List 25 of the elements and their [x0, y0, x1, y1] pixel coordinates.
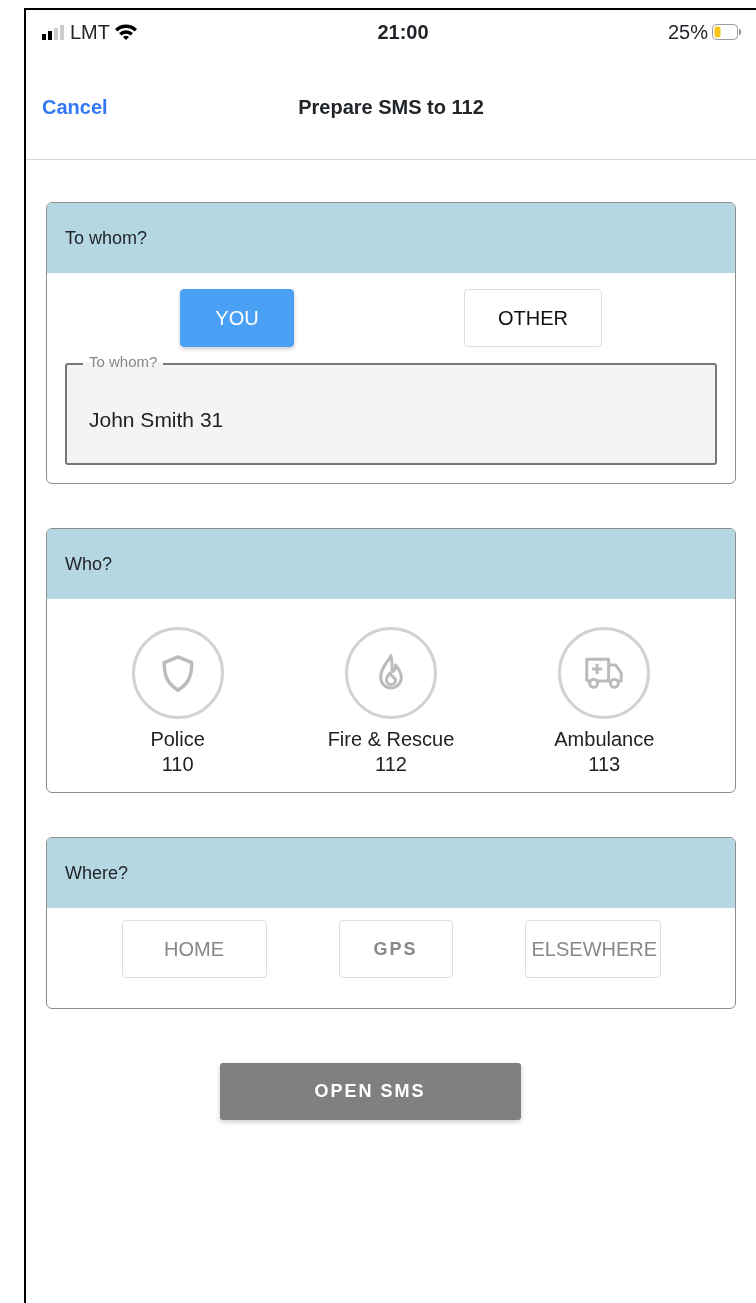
section-header: To whom? — [47, 203, 735, 273]
battery-percent: 25% — [667, 20, 708, 45]
service-name: Ambulance — [553, 726, 656, 752]
service-name: Fire & Rescue — [326, 726, 456, 752]
battery-icon — [712, 24, 742, 40]
service-number: 110 — [160, 751, 195, 777]
service-option[interactable]: Ambulance 113 — [524, 611, 685, 792]
section-header: Where? — [47, 838, 735, 908]
service-option[interactable]: Fire & Rescue 112 — [311, 611, 471, 792]
service-number: 112 — [374, 751, 408, 777]
wifi-icon — [114, 23, 138, 41]
cancel-link[interactable]: Cancel — [42, 91, 108, 122]
service-name: Police — [149, 726, 206, 752]
service-option[interactable]: Police 110 — [97, 611, 258, 792]
service-number: 113 — [587, 751, 622, 777]
signal-icon — [42, 24, 66, 40]
recipient-option[interactable]: OTHER — [464, 289, 602, 347]
recipient-option[interactable]: YOU — [180, 289, 294, 347]
location-option[interactable]: HOME — [121, 920, 267, 978]
section-header: Who? — [47, 529, 735, 599]
clock-time: 21:00 — [377, 20, 429, 45]
carrier-name: LMT — [70, 20, 110, 45]
location-option[interactable]: ELSEWHERE — [524, 920, 661, 978]
location-option[interactable]: GPS — [338, 920, 453, 978]
screen-title: Prepare SMS to 112 — [298, 94, 484, 120]
